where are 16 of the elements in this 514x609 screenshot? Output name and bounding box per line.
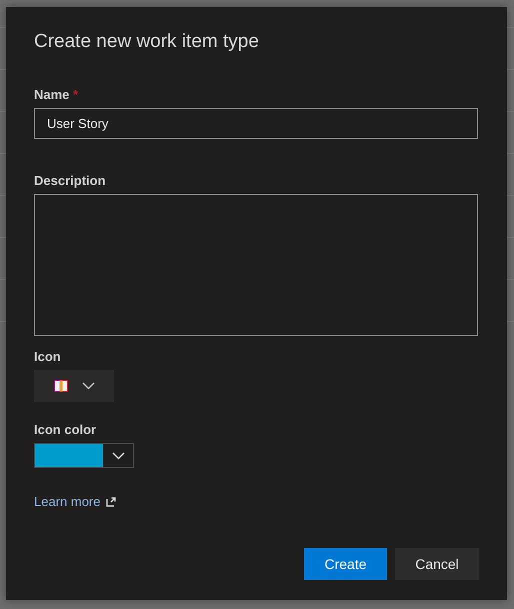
field-label: Name * <box>34 87 80 102</box>
field-label: Icon <box>34 349 62 364</box>
name-field[interactable]: User Story <box>34 108 478 139</box>
external-link-icon <box>106 496 116 506</box>
cancel-button[interactable]: Cancel <box>395 548 479 580</box>
field-label: Icon color <box>34 422 98 437</box>
create-button[interactable]: Create <box>304 548 387 580</box>
dialog-title: Create new work item type <box>34 31 260 53</box>
chevron-down-icon <box>112 452 124 460</box>
color-picker[interactable] <box>34 443 134 468</box>
chevron-down-icon <box>82 382 94 390</box>
book-icon <box>54 380 68 392</box>
field-label: Description <box>34 173 107 188</box>
icon-dropdown[interactable] <box>34 370 114 402</box>
description-field[interactable] <box>34 194 478 336</box>
learn-more-link[interactable]: Learn more <box>34 494 116 509</box>
